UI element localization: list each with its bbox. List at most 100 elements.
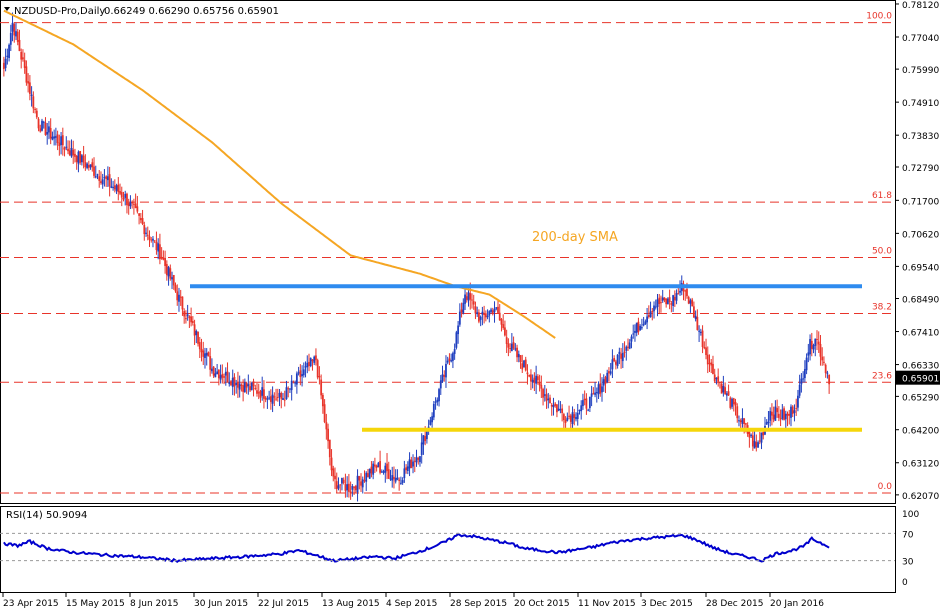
candle-body	[80, 155, 83, 163]
candle-body	[235, 382, 238, 386]
candle-body	[134, 203, 137, 208]
candle-body	[341, 478, 343, 484]
candle-body	[273, 396, 276, 398]
candle-body	[533, 377, 536, 383]
candle-body	[295, 373, 298, 385]
candle-body	[549, 397, 551, 404]
candle-body	[640, 327, 643, 329]
candle-body	[571, 412, 574, 425]
candle-body	[438, 389, 440, 402]
candle-body	[717, 376, 720, 382]
candle-body	[287, 388, 290, 390]
candle-body	[793, 410, 796, 413]
candle-body	[608, 371, 610, 374]
candle-body	[484, 313, 487, 318]
candle-body	[11, 22, 14, 32]
price-tick-label: 0.73830	[902, 132, 939, 142]
candle-body	[23, 60, 26, 68]
candle-body	[13, 24, 16, 36]
candle-body	[202, 350, 205, 357]
time-tick-label: 28 Dec 2015	[706, 599, 764, 609]
candle-body	[223, 376, 225, 378]
candle-body	[802, 378, 805, 380]
candle-body	[760, 432, 763, 443]
candle-body	[289, 388, 291, 390]
candle-body	[171, 277, 173, 280]
candle-body	[824, 364, 827, 374]
candle-body	[491, 310, 494, 315]
price-tick-label: 0.69540	[902, 263, 939, 273]
candle-body	[528, 374, 531, 377]
candle-body	[165, 264, 168, 276]
candle-body	[776, 408, 779, 413]
fib-label: 61.8	[872, 191, 892, 201]
candle-body	[710, 362, 713, 366]
candle-body	[504, 327, 506, 336]
candle-body	[247, 384, 250, 387]
candle-body	[93, 166, 95, 176]
candle-body	[132, 203, 135, 205]
candle-body	[292, 381, 295, 383]
candle-body	[53, 136, 56, 139]
candle-body	[280, 392, 283, 399]
rsi-tick-label: 70	[902, 530, 914, 540]
candle-body	[72, 149, 75, 156]
price-axis: 0.78120 0.77040 0.75990 0.74910 0.73830 0.727…	[895, 1, 940, 502]
candle-body	[751, 435, 754, 447]
candle-body	[15, 31, 17, 37]
candle-body	[178, 294, 180, 302]
candle-body	[521, 363, 524, 370]
candle-body	[268, 397, 271, 399]
rsi-title: RSI(14) 50.9094	[6, 510, 87, 521]
candle-body	[486, 315, 489, 318]
candle-body	[413, 460, 416, 462]
candle-body	[221, 374, 224, 378]
candle-body	[301, 374, 303, 377]
candle-body	[715, 377, 718, 380]
candle-body	[86, 163, 88, 169]
price-tick-label: 0.72790	[902, 164, 939, 174]
candle-body	[75, 155, 78, 162]
candle-body	[675, 293, 678, 301]
candle-body	[162, 257, 165, 260]
candle-body	[469, 293, 472, 300]
candle-body	[673, 296, 676, 301]
candle-body	[185, 318, 187, 320]
candle-body	[150, 239, 153, 241]
candle-body	[559, 409, 562, 411]
candle-body	[703, 347, 706, 349]
candle-body	[745, 423, 747, 425]
candle-body	[803, 369, 806, 379]
candle-body	[228, 382, 231, 384]
candle-body	[37, 118, 40, 129]
candle-body	[420, 442, 423, 455]
candle-body	[630, 336, 633, 342]
candle-body	[74, 153, 76, 157]
candle-body	[623, 351, 626, 353]
candle-body	[330, 457, 333, 471]
candle-body	[517, 353, 520, 358]
candle-body	[823, 361, 825, 363]
candle-body	[455, 332, 458, 348]
candle-body	[39, 128, 42, 132]
candle-body	[464, 294, 466, 304]
candle-body	[190, 316, 193, 323]
candle-body	[758, 440, 761, 442]
candle-body	[32, 96, 35, 109]
candle-body	[35, 110, 38, 118]
candle-body	[741, 418, 744, 424]
candle-body	[569, 415, 572, 422]
candle-body	[108, 174, 111, 187]
candle-body	[445, 363, 447, 378]
candle-body	[399, 482, 402, 484]
candle-body	[249, 386, 251, 391]
candle-body	[779, 418, 782, 420]
candle-body	[769, 411, 772, 421]
candle-body	[670, 303, 673, 305]
candle-body	[666, 298, 669, 305]
fib-label: 100.0	[866, 12, 892, 22]
candle-body	[651, 311, 654, 313]
candle-body	[786, 413, 789, 416]
candle-body	[672, 295, 674, 306]
price-tick-label: 0.68490	[902, 296, 939, 306]
